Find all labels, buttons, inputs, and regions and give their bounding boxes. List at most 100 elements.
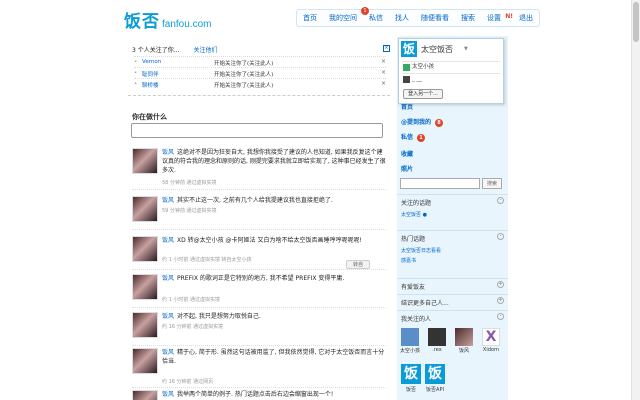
sidebar-messages-label: 私信 [401, 134, 414, 141]
friend-name: 饭否 [405, 387, 416, 393]
status-username[interactable]: 饭风 [162, 391, 174, 398]
status-username[interactable]: 饭风 [162, 237, 174, 244]
section-title: 我关注的人 [401, 316, 432, 323]
profile-name[interactable]: 太空饭否 [421, 44, 453, 55]
friend-pic [401, 328, 419, 346]
status-text: 饭风 这绝对不是因为狂妄自大, 我想你我接受了建议的人也知道, 如果我反复这个建议… [162, 148, 386, 175]
section-title: 有爱饭友 [401, 284, 426, 291]
avatar[interactable] [132, 148, 158, 174]
friend-avatar[interactable]: X Xidorn [481, 328, 501, 353]
follower-name[interactable]: 聊桥楼 [142, 81, 159, 89]
status-username[interactable]: 饭风 [162, 313, 174, 320]
status-body: 精于心, 简于形. 虽然这句话被用滥了, 但我依然觉得, 它对于太空饭否而言十分… [162, 349, 385, 365]
follow-action: 开始关注你了(关注此人) [214, 72, 274, 78]
scrollbar-thumb[interactable] [633, 2, 639, 42]
status-username[interactable]: 饭风 [162, 149, 174, 156]
avatar[interactable] [132, 236, 158, 262]
compose-input[interactable] [131, 123, 383, 138]
status-meta: 59 分钟前 通过虚拟实境 [162, 208, 217, 214]
nav-settings[interactable]: 设置 N! [481, 10, 513, 26]
nav-find-people[interactable]: 找人 [389, 10, 415, 26]
sidebar-photos[interactable]: 照片 [401, 164, 413, 173]
nav-messages[interactable]: 私信 1 [361, 7, 389, 26]
section-title: 热门话题 [401, 236, 426, 243]
status-text: 饭风 精于心, 简于形. 虽然这句话被用滥了, 但我依然觉得, 它对于太空饭否而言… [162, 348, 386, 366]
friend-pic [455, 328, 473, 346]
nav-my-space[interactable]: 我的空间 [323, 10, 363, 26]
sidebar-favorites[interactable]: 收藏 [401, 149, 413, 158]
topic-link[interactable]: 感嘉书 [401, 257, 416, 264]
avatar[interactable] [132, 274, 158, 300]
bullet-icon: • [134, 70, 138, 76]
close-icon[interactable]: × [383, 45, 390, 52]
status-username[interactable]: 饭风 [162, 275, 174, 282]
sidebar-search-input[interactable] [400, 178, 480, 189]
friend-avatar[interactable]: 太空小孩 [400, 328, 420, 354]
toggle-icon[interactable]: - [497, 313, 504, 320]
follow-row: • Vernon 开始关注你了(关注此人) × [134, 56, 386, 67]
login-another-button[interactable]: 登入另一个... [403, 89, 443, 99]
nav-search[interactable]: 搜索 [455, 10, 481, 26]
follower-name[interactable]: Vernon [142, 59, 161, 65]
status-item: 饭风 其实不止这一次, 之前有几个人给我提建议我也直接拒绝了. 59 分钟前 通过… [132, 196, 386, 230]
follow-action: 开始关注你了(关注此人) [214, 61, 274, 67]
follow-them-link[interactable]: 关注他们 [193, 45, 217, 54]
section-title: 结识更多自己人... [401, 300, 449, 307]
account-item[interactable]: _ __ [402, 73, 500, 83]
sidebar-mentions[interactable]: @提到我的 8 [401, 117, 444, 127]
chevron-down-icon[interactable]: ▼ [464, 46, 468, 52]
bullet-icon: • [134, 59, 138, 65]
top-nav: 首页 我的空间 私信 1 找人 随便看看 搜索 设置 N! 退出 [296, 7, 540, 27]
account-avatar [403, 64, 410, 71]
status-username[interactable]: 饭风 [162, 349, 174, 356]
fanfou-api-avatar[interactable]: 饭 [425, 364, 445, 384]
friend-avatar[interactable]: 饭风 [454, 328, 474, 354]
toggle-icon[interactable]: - [497, 197, 504, 204]
status-meta: 约 1 小时前 通过虚拟实境 转自太空小孩 [162, 257, 252, 263]
profile-avatar[interactable]: 饭 [401, 41, 417, 57]
bullet-icon: • [134, 81, 138, 87]
status-text: 饭风 PREFIX 的歌词正是它特别的地方, 我不希望 PREFIX 变得平庸. [162, 274, 386, 283]
sidebar-search-button[interactable]: 搜索 [482, 178, 502, 189]
follower-name[interactable]: 耻同伴 [142, 70, 159, 78]
sidebar-home-label: 首页 [401, 104, 414, 111]
nav-logout[interactable]: 退出 [513, 10, 539, 26]
nav-home[interactable]: 首页 [297, 10, 323, 26]
status-username[interactable]: 饭风 [162, 197, 174, 204]
scrollbar[interactable] [631, 0, 640, 400]
avatar[interactable] [132, 390, 158, 400]
dismiss-icon[interactable]: × [381, 58, 386, 65]
status-text: 饭风 对不起, 我只是想努力取悦自己. [162, 312, 386, 321]
account-name: 太空小孩 [412, 64, 435, 70]
avatar[interactable] [132, 312, 158, 338]
status-body: XD 转@太空小孩 @卡阿姬法 又白为啥不给太空饭否画睡哼哼呢呢呢! [177, 237, 362, 244]
nav-browse[interactable]: 随便看看 [415, 10, 455, 26]
section-meet-more: 结识更多自己人... + [397, 294, 508, 308]
toggle-icon[interactable]: + [497, 281, 504, 288]
status-text: 饭风 我举两个简单的例子. 热门话题点击后右边会缩窗出现一个! [162, 390, 386, 399]
repost-button[interactable]: 转自 [346, 260, 370, 269]
account-item[interactable]: 太空小孩 [402, 61, 500, 71]
toggle-icon[interactable]: - [497, 233, 504, 240]
fanfou-avatar[interactable]: 饭 [401, 364, 421, 384]
status-item: 饭风 XD 转@太空小孩 @卡阿姬法 又白为啥不给太空饭否画睡哼哼呢呢呢! 约 1… [132, 236, 386, 270]
sidebar-messages[interactable]: 私信 1 [401, 132, 426, 142]
nav-settings-label: 设置 [487, 14, 501, 22]
compose-title: 你在做什么 [132, 113, 167, 121]
status-meta: 约 16 分钟前 通过网页 [162, 379, 214, 385]
dismiss-icon[interactable]: × [381, 69, 386, 76]
status-meta: 58 分钟前 通过虚拟实境 [162, 180, 217, 186]
fanfou-logo[interactable]: 饭否 fanfou.com [124, 7, 211, 32]
friend-avatar[interactable]: .rex [427, 328, 447, 353]
status-body: 对不起, 我只是想努力取悦自己. [177, 313, 261, 320]
status-body: PREFIX 的歌词正是它特别的地方, 我不希望 PREFIX 变得平庸. [177, 275, 345, 282]
status-body: 我举两个简单的例子. 热门话题点击后右边会缩窗出现一个! [177, 391, 334, 398]
avatar[interactable] [132, 196, 158, 222]
section-hot-topics: 热门话题 - 太空饭否日志看看 感嘉书 [397, 230, 508, 272]
dismiss-icon[interactable]: × [381, 80, 386, 87]
topic-link[interactable]: 太空饭否 ● [401, 211, 427, 218]
avatar[interactable] [132, 348, 158, 374]
toggle-icon[interactable]: + [497, 297, 504, 304]
topic-link[interactable]: 太空饭否日志看看 [401, 247, 441, 254]
main-column: 3 个人关注了你... 关注他们 × • Vernon 开始关注你了(关注此人)… [128, 36, 390, 400]
